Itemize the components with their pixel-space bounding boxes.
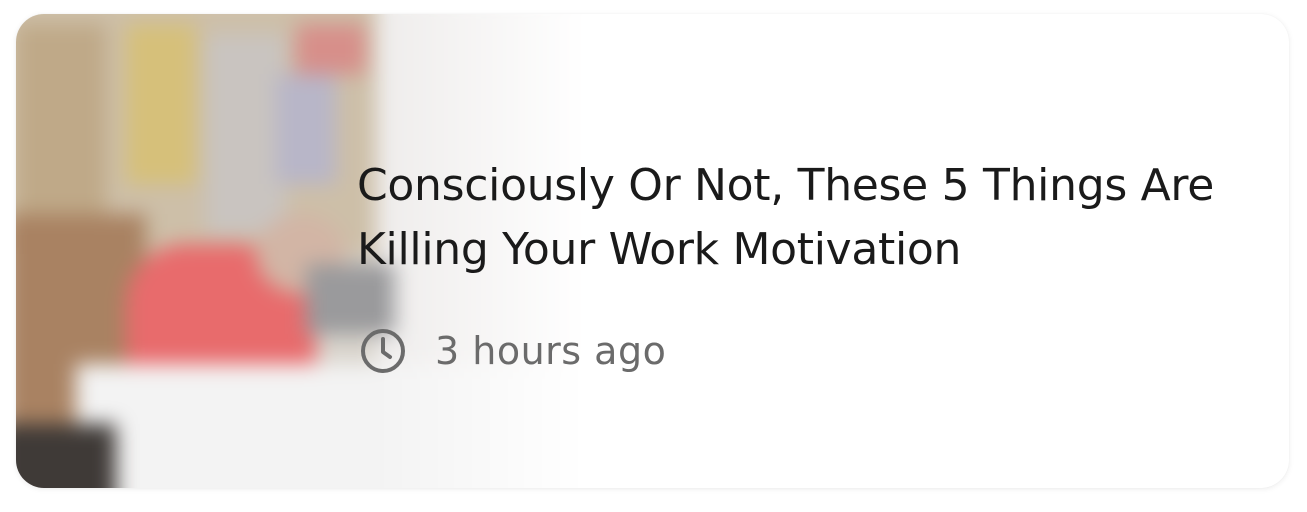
article-meta: 3 hours ago xyxy=(359,327,666,375)
bg-floor xyxy=(16,424,116,488)
article-card[interactable]: Consciously Or Not, These 5 Things Are K… xyxy=(16,14,1289,488)
bg-shelf xyxy=(296,24,366,74)
time-ago: 3 hours ago xyxy=(435,329,667,373)
clock-icon xyxy=(359,327,407,375)
bg-shelf xyxy=(16,24,106,244)
article-title[interactable]: Consciously Or Not, These 5 Things Are K… xyxy=(357,154,1257,282)
bg-shelf xyxy=(126,24,196,184)
bg-shelf xyxy=(276,74,336,184)
bg-shelf xyxy=(206,34,286,234)
page: Consciously Or Not, These 5 Things Are K… xyxy=(0,0,1307,512)
bg-desk xyxy=(76,364,616,488)
